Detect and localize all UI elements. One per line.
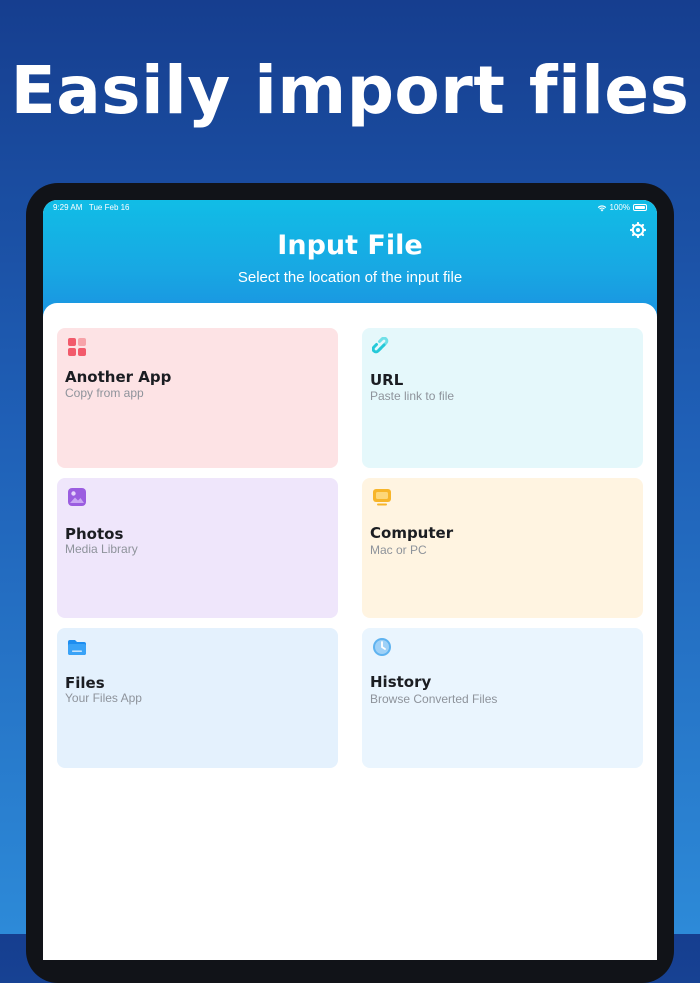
card-description: Browse Converted Files — [370, 692, 498, 706]
battery-percent: 100% — [609, 203, 630, 212]
link-icon — [372, 337, 389, 354]
url-card[interactable]: URL Paste link to file — [362, 328, 643, 468]
page-subtitle: Select the location of the input file — [237, 269, 463, 286]
wifi-icon — [597, 204, 606, 211]
photos-card[interactable]: Photos Media Library — [57, 478, 338, 618]
computer-card[interactable]: Computer Mac or PC — [362, 478, 643, 618]
card-description: Media Library — [65, 542, 138, 556]
card-title: Another App — [65, 368, 172, 386]
photo-icon — [68, 488, 86, 506]
options-sheet: Another App Copy from app URL Paste link… — [43, 303, 657, 960]
app-screen: 9:29 AM Tue Feb 16 100% Input File Selec… — [43, 200, 657, 960]
battery-icon — [633, 204, 647, 211]
headline: Easily import files — [10, 52, 690, 129]
card-description: Copy from app — [65, 386, 144, 400]
card-title: Files — [65, 674, 105, 692]
card-title: Computer — [370, 524, 454, 542]
card-description: Your Files App — [65, 691, 142, 705]
page-title: Input File — [277, 230, 423, 261]
files-card[interactable]: Files Your Files App — [57, 628, 338, 768]
card-title: Photos — [65, 525, 124, 543]
status-date: Tue Feb 16 — [88, 203, 130, 212]
status-bar: 9:29 AM Tue Feb 16 100% — [43, 200, 657, 216]
clock-icon — [373, 638, 391, 656]
folder-icon — [68, 640, 86, 655]
card-description: Paste link to file — [370, 389, 455, 403]
monitor-icon — [373, 489, 391, 506]
card-description: Mac or PC — [370, 543, 427, 557]
card-title: URL — [370, 371, 404, 389]
another-app-card[interactable]: Another App Copy from app — [57, 328, 338, 468]
apps-grid-icon — [68, 338, 86, 356]
status-time: 9:29 AM — [53, 203, 83, 212]
history-card[interactable]: History Browse Converted Files — [362, 628, 643, 768]
card-title: History — [370, 673, 432, 691]
